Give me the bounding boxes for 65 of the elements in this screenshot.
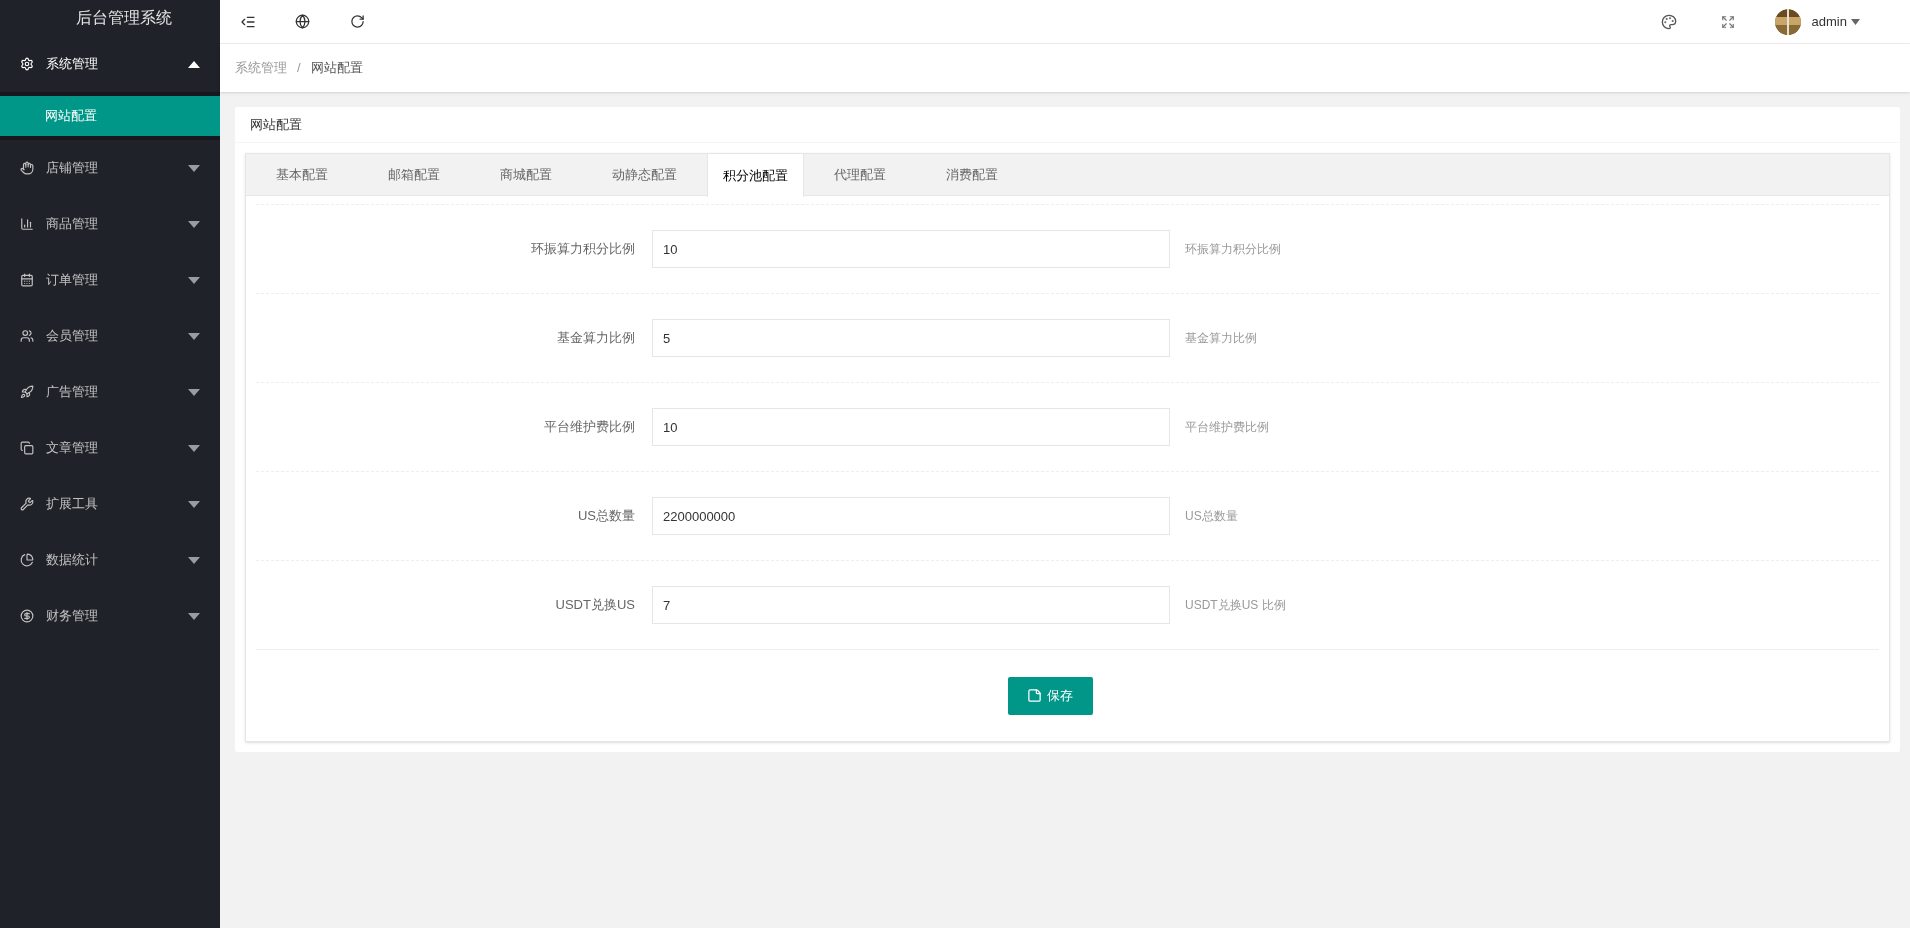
menu-item[interactable]: 财务管理 — [0, 588, 220, 644]
caret-icon — [188, 500, 200, 508]
caret-icon — [188, 388, 200, 396]
palette-icon[interactable] — [1660, 13, 1677, 30]
caret-icon[interactable] — [1851, 18, 1860, 25]
caret-icon — [188, 220, 200, 228]
gear-icon — [20, 57, 34, 71]
users-icon — [20, 329, 34, 343]
caret-icon — [188, 332, 200, 340]
pie-chart-icon — [20, 553, 34, 567]
help-text: USDT兑换US 比例 — [1185, 597, 1286, 614]
tab[interactable]: 商城配置 — [470, 154, 582, 195]
help-text: 基金算力比例 — [1185, 330, 1257, 347]
caret-icon — [188, 556, 200, 564]
menu-item[interactable]: 会员管理 — [0, 308, 220, 364]
document-icon — [1027, 688, 1042, 703]
tab[interactable]: 消费配置 — [916, 154, 1028, 195]
menu-item[interactable]: 文章管理 — [0, 420, 220, 476]
help-text: 环振算力积分比例 — [1185, 241, 1281, 258]
tab[interactable]: 邮箱配置 — [358, 154, 470, 195]
tab[interactable]: 积分池配置 — [707, 154, 804, 197]
wrench-icon — [20, 497, 34, 511]
tab[interactable]: 动静态配置 — [582, 154, 707, 195]
help-text: 平台维护费比例 — [1185, 419, 1269, 436]
bar-chart-icon — [20, 217, 34, 231]
input-field[interactable]: 7 — [652, 586, 1170, 624]
field-label: 基金算力比例 — [557, 329, 635, 348]
field-label: US总数量 — [577, 507, 635, 526]
card-title: 网站配置 — [250, 115, 302, 134]
menu-item[interactable]: 数据统计 — [0, 532, 220, 588]
calendar-icon — [20, 273, 34, 287]
user-name[interactable]: admin — [1811, 11, 1847, 32]
caret-icon — [188, 444, 200, 452]
caret-icon — [188, 276, 200, 284]
breadcrumb-separator: / — [297, 59, 301, 78]
caret-icon — [188, 60, 200, 68]
field-label: 平台维护费比例 — [544, 418, 635, 437]
input-field[interactable]: 10 — [652, 408, 1170, 446]
menu-item[interactable]: 广告管理 — [0, 364, 220, 420]
fullscreen-icon[interactable] — [1720, 14, 1735, 29]
tab[interactable]: 基本配置 — [246, 154, 358, 195]
field-label: 环振算力积分比例 — [531, 240, 635, 259]
globe-icon[interactable] — [295, 14, 310, 29]
hand-icon — [20, 161, 34, 175]
menu-item[interactable]: 商品管理 — [0, 196, 220, 252]
input-field[interactable]: 10 — [652, 230, 1170, 268]
submenu-item[interactable]: 网站配置 — [0, 96, 220, 136]
menu-item[interactable]: 系统管理 — [0, 36, 220, 92]
menu-item[interactable]: 扩展工具 — [0, 476, 220, 532]
menu-item[interactable]: 店铺管理 — [0, 140, 220, 196]
field-label: USDT兑换US — [555, 596, 635, 615]
refresh-icon[interactable] — [350, 14, 365, 29]
breadcrumb-link[interactable]: 网站配置 — [310, 58, 363, 78]
documents-icon — [20, 441, 34, 455]
input-field[interactable]: 2200000000 — [652, 497, 1170, 535]
tab[interactable]: 代理配置 — [804, 154, 916, 195]
caret-icon — [188, 612, 200, 620]
caret-icon — [188, 164, 200, 172]
currency-icon — [20, 609, 34, 623]
help-text: US总数量 — [1185, 508, 1238, 525]
rocket-icon — [20, 385, 34, 399]
input-field[interactable]: 5 — [652, 319, 1170, 357]
app-title: 后台管理系统 — [75, 8, 172, 28]
save-button[interactable]: 保存 — [1007, 676, 1093, 715]
menu-item[interactable]: 订单管理 — [0, 252, 220, 308]
